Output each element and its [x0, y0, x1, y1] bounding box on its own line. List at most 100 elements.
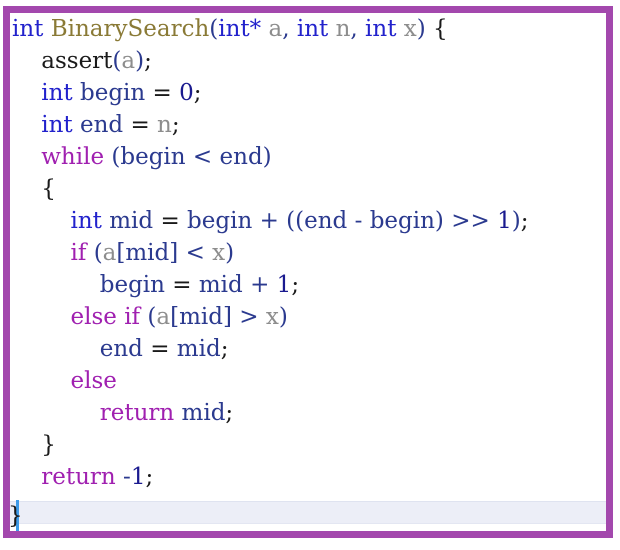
code-line[interactable]: int end = n; — [10, 109, 606, 141]
code-token-ident: a — [121, 48, 136, 74]
code-token-punct: ) — [511, 208, 521, 234]
code-token-plain: = — [130, 112, 150, 138]
code-token-plain: = — [150, 336, 170, 362]
code-token-punct: (( — [286, 208, 305, 234]
code-token-type: int — [296, 16, 329, 42]
code-token-var: begin — [99, 272, 165, 298]
code-token-num: 1 — [497, 208, 512, 234]
code-token-punct: [ — [170, 304, 180, 330]
code-token-type: int — [70, 208, 102, 234]
code-token-ident: x — [265, 304, 279, 330]
code-line[interactable]: } — [10, 429, 606, 461]
code-token-punct: , — [282, 16, 297, 42]
screenshot-root: } int BinarySearch(int* a, int n, int x)… — [0, 0, 620, 550]
code-token-num: 1 — [130, 464, 146, 490]
code-token-punct: ) — [225, 240, 235, 266]
code-token-punct: ) — [278, 304, 288, 330]
code-line[interactable]: end = mid; — [10, 333, 606, 365]
code-token-var: end — [79, 112, 124, 138]
code-token-type: int — [12, 16, 44, 42]
code-token-ident: n — [157, 112, 172, 138]
code-token-var: end — [304, 208, 348, 234]
code-token-var: begin — [187, 208, 253, 234]
code-token-op: < — [192, 144, 213, 170]
code-line[interactable]: else if (a[mid] > x) — [10, 301, 606, 333]
code-token-ident: x — [403, 16, 417, 42]
code-token-op: + — [259, 208, 279, 234]
code-line[interactable]: int begin = 0; — [10, 77, 606, 109]
code-token-var: mid — [109, 208, 154, 234]
code-token-keyword: return — [41, 464, 116, 490]
code-token-keyword: if — [124, 304, 141, 330]
code-token-punct: ) — [434, 208, 444, 234]
code-token-plain: ; — [171, 112, 180, 138]
code-token-ident: x — [212, 240, 226, 266]
code-token-var: end — [99, 336, 143, 362]
code-line[interactable]: begin = mid + 1; — [10, 269, 606, 301]
code-token-plain: } — [41, 432, 56, 458]
code-token-plain: ; — [144, 48, 152, 74]
code-token-num: 1 — [276, 272, 292, 298]
code-token-op: - — [123, 464, 131, 490]
code-lines-container: int BinarySearch(int* a, int n, int x) {… — [10, 13, 606, 493]
code-token-ident: a — [102, 240, 117, 266]
code-token-func: BinarySearch — [50, 16, 210, 42]
code-token-keyword: while — [41, 144, 105, 170]
code-token-plain: assert — [41, 48, 113, 74]
code-token-op: > — [239, 304, 259, 330]
code-token-var: end — [219, 144, 263, 170]
code-line[interactable]: else — [10, 365, 606, 397]
code-line[interactable]: return -1; — [10, 461, 606, 493]
code-token-var: mid — [176, 336, 221, 362]
code-token-punct: ] — [222, 304, 232, 330]
code-token-type: int* — [218, 16, 262, 42]
code-token-punct: , — [350, 16, 366, 42]
code-token-var: mid — [181, 400, 226, 426]
code-line[interactable]: if (a[mid] < x) — [10, 237, 606, 269]
code-token-var: begin — [369, 208, 435, 234]
code-token-punct: ( — [93, 240, 103, 266]
code-token-keyword: else — [70, 304, 117, 330]
code-token-num: 0 — [179, 80, 194, 106]
code-token-type: int — [41, 80, 73, 106]
code-line[interactable]: int BinarySearch(int* a, int n, int x) { — [10, 13, 606, 45]
code-line[interactable]: while (begin < end) — [10, 141, 606, 173]
code-token-punct: ( — [209, 16, 219, 42]
code-line[interactable]: assert(a); — [10, 45, 606, 77]
code-token-plain: { — [433, 16, 448, 42]
code-token-op: + — [250, 272, 270, 298]
code-line[interactable]: return mid; — [10, 397, 606, 429]
code-line[interactable]: int mid = begin + ((end - begin) >> 1); — [10, 205, 606, 237]
code-token-var: mid — [179, 304, 223, 330]
code-token-punct: ] — [169, 240, 179, 266]
code-token-keyword: else — [70, 368, 117, 394]
code-line[interactable]: { — [10, 173, 606, 205]
code-editor-surface[interactable]: } int BinarySearch(int* a, int n, int x)… — [10, 13, 606, 531]
code-token-plain: { — [41, 176, 56, 202]
code-token-plain: ; — [291, 272, 300, 298]
code-token-keyword: if — [70, 240, 87, 266]
code-token-ident: n — [335, 16, 351, 42]
code-token-var: mid — [198, 272, 243, 298]
